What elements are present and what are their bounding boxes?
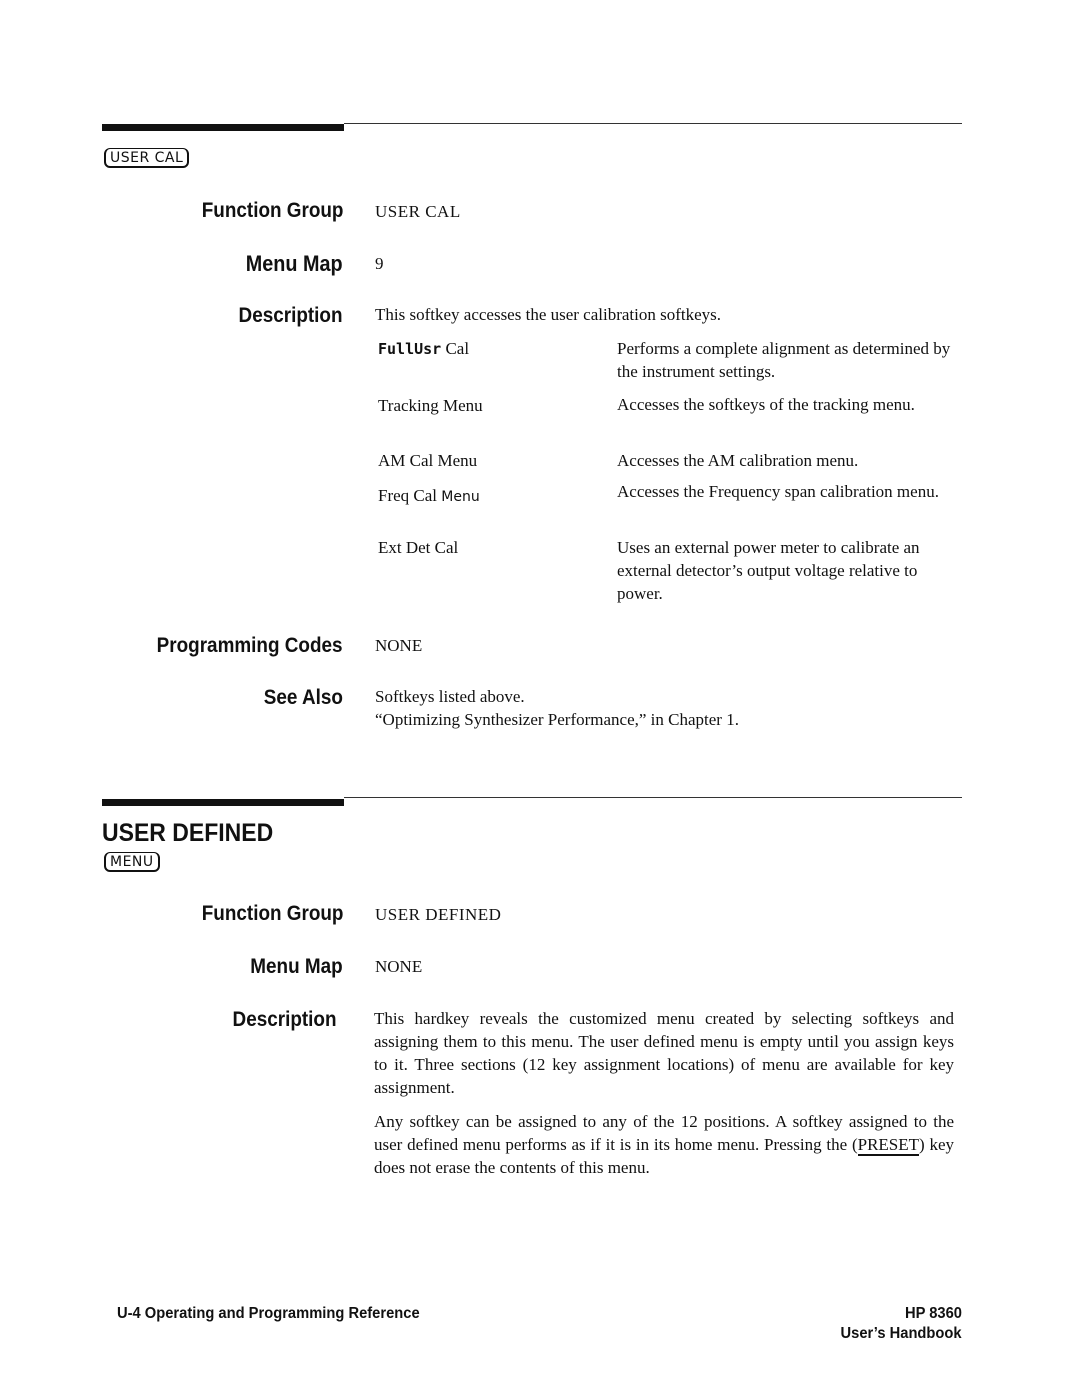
description-paragraph: This hardkey reveals the customized menu…	[374, 1009, 954, 1097]
function-group-value: USER CAL	[375, 202, 461, 221]
description-paragraph: Any softkey can be assigned to any of th…	[374, 1112, 954, 1177]
softkey-desc: Performs a complete alignment as determi…	[617, 339, 951, 381]
footer-right-line2: User’s Handbook	[840, 1325, 962, 1342]
see-also-line: “Optimizing Synthesizer Performance,” in…	[375, 710, 739, 729]
menu-map-label: Menu Map	[250, 955, 343, 978]
function-group-value: USER DEFINED	[375, 905, 502, 924]
description-label: Description	[239, 304, 343, 327]
programming-codes-label: Programming Codes	[157, 634, 343, 657]
section-title: USER DEFINED	[102, 819, 274, 847]
menu-key-label: MENU	[104, 852, 160, 872]
softkey-freq-cal-menu: Freq Cal Menu	[378, 486, 480, 505]
softkey-tracking-menu: Tracking Menu	[378, 396, 483, 415]
menu-map-label: Menu Map	[246, 251, 343, 276]
section-rule-thick	[102, 124, 344, 131]
footer-right-line1: HP 8360	[904, 1305, 962, 1322]
menu-map-value: NONE	[375, 957, 423, 976]
description-label: Description	[233, 1008, 337, 1031]
footer-left: U-4 Operating and Programming Reference	[117, 1305, 420, 1322]
softkey-fullusr-cal: FullUsr Cal	[378, 339, 470, 358]
section-rule-thin	[344, 797, 962, 798]
preset-key-label: PRESET	[857, 1135, 920, 1156]
see-also-label: See Also	[263, 686, 343, 709]
description-intro: This softkey accesses the user calibrati…	[375, 305, 722, 324]
softkey-desc: Accesses the softkeys of the tracking me…	[617, 395, 915, 414]
programming-codes-value: NONE	[375, 636, 423, 655]
softkey-desc: Accesses the Frequency span calibration …	[617, 482, 939, 501]
section-rule-thick	[102, 799, 344, 806]
softkey-ext-det-cal: Ext Det Cal	[378, 538, 459, 557]
user-cal-key-label: USER CAL	[104, 148, 190, 168]
softkey-desc: Uses an external power meter to calibrat…	[617, 538, 920, 603]
section-rule-thin	[344, 123, 962, 124]
function-group-label: Function Group	[201, 199, 343, 222]
see-also-line: Softkeys listed above.	[375, 687, 525, 706]
function-group-label: Function Group	[201, 902, 343, 925]
softkey-desc: Accesses the AM calibration menu.	[617, 451, 859, 470]
softkey-am-cal-menu: AM Cal Menu	[378, 451, 478, 470]
menu-map-value: 9	[375, 254, 384, 273]
